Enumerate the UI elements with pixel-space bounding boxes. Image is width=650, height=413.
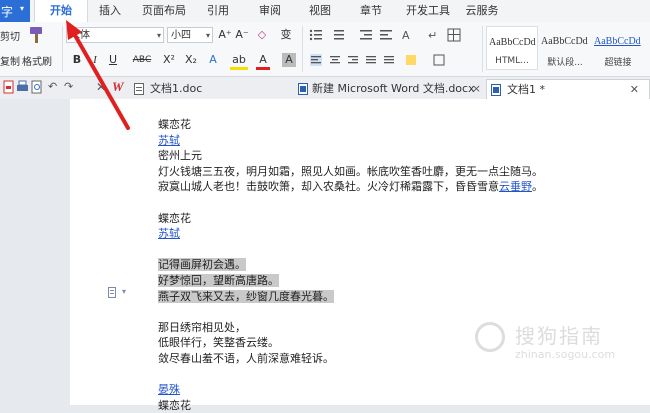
annotation-arrow-icon — [66, 20, 130, 130]
